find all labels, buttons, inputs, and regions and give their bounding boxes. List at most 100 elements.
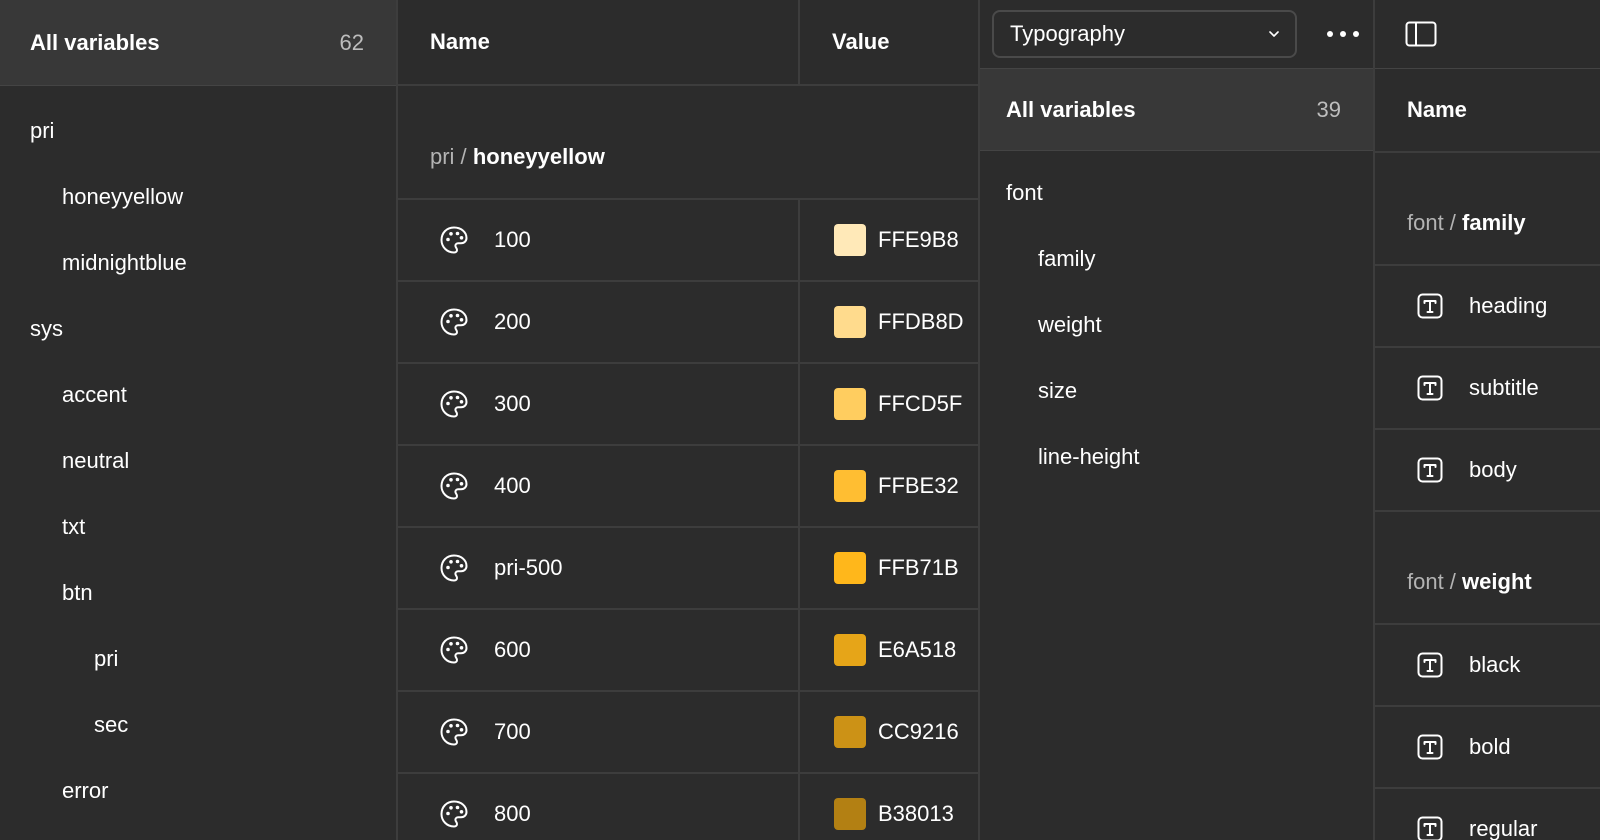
tree-item-line-height[interactable]: line-height [980, 424, 1373, 490]
color-swatch[interactable] [834, 306, 866, 338]
tree-item-btn[interactable]: btn [0, 560, 396, 626]
palette-icon-wrap [438, 552, 470, 584]
column-header-name[interactable]: Name [398, 0, 800, 84]
tree-item-weight[interactable]: weight [980, 292, 1373, 358]
tree-item-sys[interactable]: sys [0, 296, 396, 362]
variable-value-cell[interactable]: FFB71B [800, 528, 959, 608]
variable-name-cell[interactable]: 200 [398, 282, 800, 362]
table-toolbar [1375, 0, 1600, 69]
variable-name: black [1469, 652, 1521, 677]
variable-name-cell[interactable]: 100 [398, 200, 800, 280]
table-row[interactable]: 200 FFDB8D [398, 282, 980, 364]
variable-value-cell[interactable]: B38013 [800, 774, 954, 840]
variable-value: CC9216 [878, 719, 959, 744]
text-type-icon [1417, 734, 1443, 760]
table-row[interactable]: bold [1375, 707, 1600, 789]
palette-icon-wrap [438, 634, 470, 666]
table-row[interactable]: 100 FFE9B8 [398, 200, 980, 282]
column-header-name[interactable]: Name [1375, 69, 1600, 153]
variable-name-cell[interactable]: 400 [398, 446, 800, 526]
variable-name-cell[interactable]: pri-500 [398, 528, 800, 608]
table-row[interactable]: black [1375, 625, 1600, 707]
table-row[interactable]: heading [1375, 266, 1600, 348]
variable-name: heading [1469, 293, 1548, 318]
variable-value-cell[interactable]: FFDB8D [800, 282, 964, 362]
variable-name-cell[interactable]: 700 [398, 692, 800, 772]
tree-item-txt[interactable]: txt [0, 494, 396, 560]
text-type-icon [1417, 293, 1443, 319]
variable-value-cell[interactable]: FFCD5F [800, 364, 962, 444]
tree-item-sec[interactable]: sec [0, 692, 396, 758]
more-options-button[interactable] [1325, 16, 1361, 52]
table-row[interactable]: subtitle [1375, 348, 1600, 430]
text-type-icon [1417, 375, 1443, 401]
color-swatch[interactable] [834, 716, 866, 748]
palette-icon [440, 800, 468, 828]
table-row[interactable]: 300 FFCD5F [398, 364, 980, 446]
variable-value-cell[interactable]: FFE9B8 [800, 200, 959, 280]
tree-item-size[interactable]: size [980, 358, 1373, 424]
ellipsis-icon [1327, 31, 1359, 37]
variable-name-cell[interactable]: 600 [398, 610, 800, 690]
table-row[interactable]: 700 CC9216 [398, 692, 980, 774]
tree-item-accent[interactable]: accent [0, 362, 396, 428]
tree-item-pri[interactable]: pri [0, 98, 396, 164]
chevron-down-icon [1269, 31, 1279, 37]
all-variables-header[interactable]: All variables 62 [0, 0, 396, 86]
variable-name: 600 [494, 637, 531, 662]
table-body: 100 FFE9B8 200 FFDB8D 300 FFCD5F 400 FFBE32 pri-… [398, 200, 980, 840]
table-row[interactable]: pri-500 FFB71B [398, 528, 980, 610]
tree-item-pri[interactable]: pri [0, 626, 396, 692]
variable-value-cell[interactable]: E6A518 [800, 610, 956, 690]
group-tree: pri honeyyellow midnightblue sys accent neutr… [0, 86, 396, 824]
color-swatch[interactable] [834, 634, 866, 666]
color-swatch[interactable] [834, 224, 866, 256]
palette-icon [440, 226, 468, 254]
variable-name: pri-500 [494, 555, 563, 580]
tree-item-honeyyellow[interactable]: honeyyellow [0, 164, 396, 230]
variable-name-cell[interactable]: 300 [398, 364, 800, 444]
variable-name: 400 [494, 473, 531, 498]
palette-icon [440, 308, 468, 336]
table-row[interactable]: 800 B38013 [398, 774, 980, 840]
variable-name-cell[interactable]: 800 [398, 774, 800, 840]
all-variables-title: All variables [30, 29, 160, 55]
tree-item-font[interactable]: font [980, 160, 1373, 226]
variable-value: B38013 [878, 801, 954, 826]
color-swatch[interactable] [834, 798, 866, 830]
tree-item-family[interactable]: family [980, 226, 1373, 292]
palette-icon [440, 554, 468, 582]
variable-value: FFE9B8 [878, 227, 959, 252]
color-swatch[interactable] [834, 388, 866, 420]
column-header-value[interactable]: Value [800, 0, 889, 84]
table-row[interactable]: regular [1375, 789, 1600, 840]
table-row[interactable]: 600 E6A518 [398, 610, 980, 692]
collection-select-value: Typography [1010, 21, 1125, 46]
sidebar-toggle-icon[interactable] [1405, 21, 1437, 47]
text-type-icon [1417, 457, 1443, 483]
palette-icon [440, 718, 468, 746]
collection-panel: Typography All variables 39 font family we… [980, 0, 1373, 840]
tree-item-midnightblue[interactable]: midnightblue [0, 230, 396, 296]
all-variables-count: 39 [1316, 96, 1341, 122]
group-heading: font / weight [1375, 512, 1600, 625]
tree-item-error[interactable]: error [0, 758, 396, 824]
group-tree: font family weight size line-height [980, 151, 1373, 490]
color-swatch[interactable] [834, 470, 866, 502]
text-type-icon [1417, 816, 1443, 840]
color-swatch[interactable] [834, 552, 866, 584]
variable-value-cell[interactable]: CC9216 [800, 692, 959, 772]
variable-value: FFDB8D [878, 309, 964, 334]
table-row[interactable]: body [1375, 430, 1600, 512]
collection-select[interactable]: Typography [992, 10, 1297, 58]
variable-value-cell[interactable]: FFBE32 [800, 446, 959, 526]
tree-item-neutral[interactable]: neutral [0, 428, 396, 494]
table-row[interactable]: 400 FFBE32 [398, 446, 980, 528]
palette-icon-wrap [438, 798, 470, 830]
variable-name: subtitle [1469, 375, 1539, 400]
all-variables-header[interactable]: All variables 39 [980, 69, 1373, 151]
variable-name: 700 [494, 719, 531, 744]
group-prefix: pri / [430, 144, 467, 169]
palette-icon [440, 636, 468, 664]
variable-name: body [1469, 457, 1517, 482]
